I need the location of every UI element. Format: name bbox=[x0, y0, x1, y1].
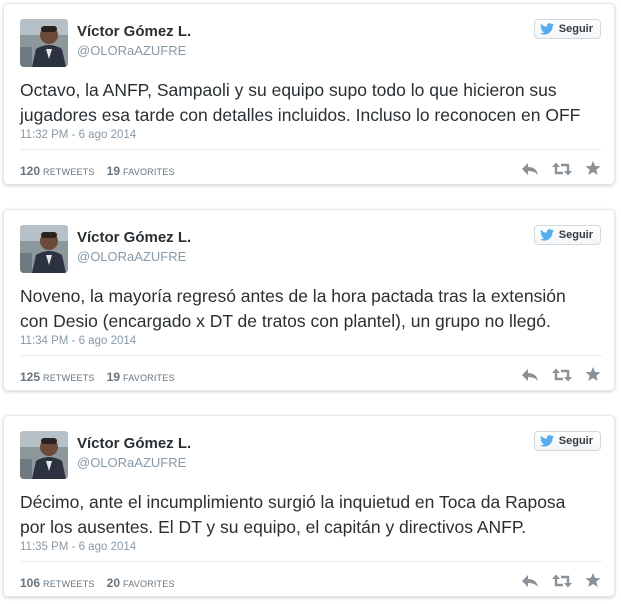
avatar[interactable] bbox=[20, 19, 68, 67]
avatar[interactable] bbox=[20, 225, 68, 273]
retweet-count[interactable]: 106 bbox=[20, 576, 40, 590]
avatar-photo bbox=[20, 225, 68, 273]
follow-label: Seguir bbox=[558, 229, 593, 241]
twitter-bird-icon bbox=[539, 23, 554, 35]
reply-icon[interactable] bbox=[521, 574, 539, 588]
follow-button[interactable]: Seguir bbox=[533, 19, 601, 39]
retweets-label: RETWEETS bbox=[43, 373, 95, 383]
star-icon[interactable] bbox=[585, 161, 601, 176]
tweet-actions bbox=[521, 161, 601, 176]
follow-label: Seguir bbox=[558, 23, 593, 35]
retweets-label: RETWEETS bbox=[43, 579, 95, 589]
avatar-photo bbox=[20, 19, 68, 67]
favorite-count[interactable]: 20 bbox=[107, 576, 120, 590]
author-handle[interactable]: @OLORaAZUFRE bbox=[77, 249, 186, 264]
favorites-label: FAVORITES bbox=[123, 167, 175, 177]
tweet-actions bbox=[521, 367, 601, 382]
author-name[interactable]: Víctor Gómez L. bbox=[77, 229, 191, 246]
avatar-photo bbox=[20, 431, 68, 479]
twitter-bird-icon bbox=[539, 229, 554, 241]
author-name[interactable]: Víctor Gómez L. bbox=[77, 23, 191, 40]
retweet-count[interactable]: 125 bbox=[20, 370, 40, 384]
retweet-icon[interactable] bbox=[552, 162, 572, 176]
divider bbox=[20, 149, 602, 150]
follow-button[interactable]: Seguir bbox=[533, 225, 601, 245]
tweet-actions bbox=[521, 573, 601, 588]
follow-label: Seguir bbox=[558, 435, 593, 447]
tweet-card: Víctor Gómez L. @OLORaAZUFRE Seguir Octa… bbox=[3, 3, 615, 185]
author-handle[interactable]: @OLORaAZUFRE bbox=[77, 455, 186, 470]
tweet-card: Víctor Gómez L. @OLORaAZUFRE Seguir Nove… bbox=[3, 209, 615, 391]
tweet-stats: 120 RETWEETS 19 FAVORITES bbox=[20, 164, 175, 178]
twitter-bird-icon bbox=[539, 435, 554, 447]
tweet-timestamp[interactable]: 11:35 PM - 6 ago 2014 bbox=[20, 541, 136, 553]
divider bbox=[20, 355, 602, 356]
retweet-icon[interactable] bbox=[552, 368, 572, 382]
star-icon[interactable] bbox=[585, 367, 601, 382]
divider bbox=[20, 561, 602, 562]
tweet-text: Décimo, ante el incumplimiento surgió la… bbox=[20, 492, 566, 537]
tweet-stats: 125 RETWEETS 19 FAVORITES bbox=[20, 370, 175, 384]
retweets-label: RETWEETS bbox=[43, 167, 95, 177]
tweet-timestamp[interactable]: 11:32 PM - 6 ago 2014 bbox=[20, 129, 136, 141]
star-icon[interactable] bbox=[585, 573, 601, 588]
reply-icon[interactable] bbox=[521, 368, 539, 382]
tweet-card: Víctor Gómez L. @OLORaAZUFRE Seguir Déci… bbox=[3, 415, 615, 597]
tweet-stats: 106 RETWEETS 20 FAVORITES bbox=[20, 576, 175, 590]
author-name[interactable]: Víctor Gómez L. bbox=[77, 435, 191, 452]
follow-button[interactable]: Seguir bbox=[533, 431, 601, 451]
retweet-count[interactable]: 120 bbox=[20, 164, 40, 178]
tweet-timestamp[interactable]: 11:34 PM - 6 ago 2014 bbox=[20, 335, 136, 347]
favorite-count[interactable]: 19 bbox=[107, 164, 120, 178]
tweet-text: Noveno, la mayoría regresó antes de la h… bbox=[20, 286, 566, 331]
favorite-count[interactable]: 19 bbox=[107, 370, 120, 384]
avatar[interactable] bbox=[20, 431, 68, 479]
favorites-label: FAVORITES bbox=[123, 373, 175, 383]
favorites-label: FAVORITES bbox=[123, 579, 175, 589]
tweet-feed: Víctor Gómez L. @OLORaAZUFRE Seguir Octa… bbox=[0, 0, 621, 604]
tweet-text: Octavo, la ANFP, Sampaoli y su equipo su… bbox=[20, 80, 581, 125]
retweet-icon[interactable] bbox=[552, 574, 572, 588]
author-handle[interactable]: @OLORaAZUFRE bbox=[77, 43, 186, 58]
reply-icon[interactable] bbox=[521, 162, 539, 176]
